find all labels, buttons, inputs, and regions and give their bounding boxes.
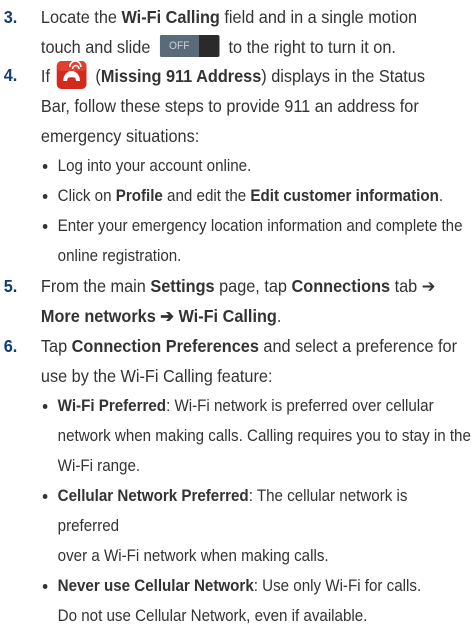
- missing-911-term: Missing 911 Address: [100, 66, 262, 86]
- wifi-calling-term: Wi-Fi Calling: [121, 7, 220, 27]
- step-number: 6.: [3, 336, 18, 356]
- bullet-item: Log into your account online.: [0, 151, 472, 181]
- never-use-cellular-term: Never use Cellular Network: [57, 577, 254, 595]
- step-text: .: [276, 306, 282, 326]
- step-4: 4. If (Missing 911 Address) displays in …: [0, 60, 472, 151]
- cellular-preferred-term: Cellular Network Preferred: [57, 487, 249, 505]
- step-3: 3. Locate the Wi-Fi Calling field and in…: [0, 2, 472, 62]
- connections-term: Connections: [291, 276, 391, 296]
- step-line: If (Missing 911 Address) displays in the…: [41, 60, 472, 91]
- step-text: Tap: [40, 336, 72, 356]
- bullet-text: : Wi-Fi network is preferred over cellul…: [166, 397, 434, 415]
- step-text: If: [40, 66, 50, 86]
- connection-preferences-term: Connection Preferences: [71, 336, 259, 356]
- step-text: field and in a single motion: [219, 7, 418, 27]
- step-number: 5.: [3, 276, 18, 296]
- bullet-text: and edit the: [162, 187, 251, 205]
- bullet-text: over a Wi-Fi network when making calls.: [57, 547, 329, 565]
- bullet-text: online registration.: [57, 247, 182, 265]
- step-text: to the right to turn it on.: [228, 37, 396, 57]
- bullet-item: Wi-Fi Preferred: Wi-Fi network is prefer…: [0, 391, 472, 481]
- step-6: 6. Tap Connection Preferences and select…: [0, 331, 472, 391]
- step-text: ) displays in the Status: [261, 66, 425, 86]
- step-line: emergency situations:: [40, 126, 200, 146]
- step-text: and select a preference for: [258, 336, 458, 356]
- step-text: tab ➔: [390, 276, 436, 296]
- wifi-preferred-term: Wi-Fi Preferred: [57, 397, 167, 415]
- instructions-page: 3. Locate the Wi-Fi Calling field and in…: [0, 0, 472, 625]
- menu-path-term: More networks ➔ Wi-Fi Calling: [40, 306, 277, 326]
- step-line: use by the Wi-Fi Calling feature:: [40, 366, 273, 386]
- bullet-text: Click on: [57, 187, 116, 205]
- step-line: From the main Settings page, tap Connect…: [41, 271, 472, 301]
- toggle-off-label: OFF: [159, 35, 199, 57]
- bullet-line: Never use Cellular Network: Use only Wi-…: [58, 571, 472, 601]
- step-text: Locate the: [40, 7, 122, 27]
- bullet-text: Wi-Fi range.: [57, 457, 141, 475]
- bullet-text: Enter your emergency location informatio…: [57, 217, 463, 235]
- bullet-text: .: [438, 187, 444, 205]
- step-number: 4.: [3, 65, 18, 85]
- step-line: touch and slide OFF to the right to turn i…: [41, 32, 472, 62]
- step-text: touch and slide: [40, 37, 151, 57]
- step-5: 5. From the main Settings page, tap Conn…: [0, 271, 472, 331]
- bullet-item: Cellular Network Preferred: The cellular…: [0, 481, 472, 571]
- bullet-text: Log into your account online.: [57, 157, 252, 175]
- step-line: More networks ➔ Wi-Fi Calling.: [41, 301, 472, 331]
- step-number: 3.: [3, 7, 18, 27]
- step-text: page, tap: [214, 276, 292, 296]
- off-toggle-switch-icon: OFF: [159, 35, 220, 57]
- step-text: (: [90, 66, 101, 86]
- bullet-item: Never use Cellular Network: Use only Wi-…: [0, 571, 472, 631]
- profile-term: Profile: [115, 187, 163, 205]
- bullet-text: network when making calls. Calling requi…: [57, 427, 471, 445]
- bullet-text: : Use only Wi-Fi for calls.: [253, 577, 422, 595]
- step-line: Tap Connection Preferences and select a …: [41, 331, 472, 361]
- bullet-item: Click on Profile and edit the Edit custo…: [0, 181, 472, 211]
- bullet-item: Enter your emergency location informatio…: [0, 211, 472, 271]
- settings-term: Settings: [150, 276, 215, 296]
- bullet-text: Do not use Cellular Network, even if ava…: [57, 607, 368, 625]
- missing-911-address-icon: [56, 60, 87, 89]
- step-line: Locate the Wi-Fi Calling field and in a …: [41, 2, 472, 32]
- bullet-line: Wi-Fi Preferred: Wi-Fi network is prefer…: [58, 391, 472, 421]
- edit-customer-info-term: Edit customer information: [250, 187, 439, 205]
- bullet-line: Cellular Network Preferred: The cellular…: [58, 481, 472, 541]
- step-text: From the main: [40, 276, 151, 296]
- step-line: Bar, follow these steps to provide 911 a…: [40, 96, 419, 116]
